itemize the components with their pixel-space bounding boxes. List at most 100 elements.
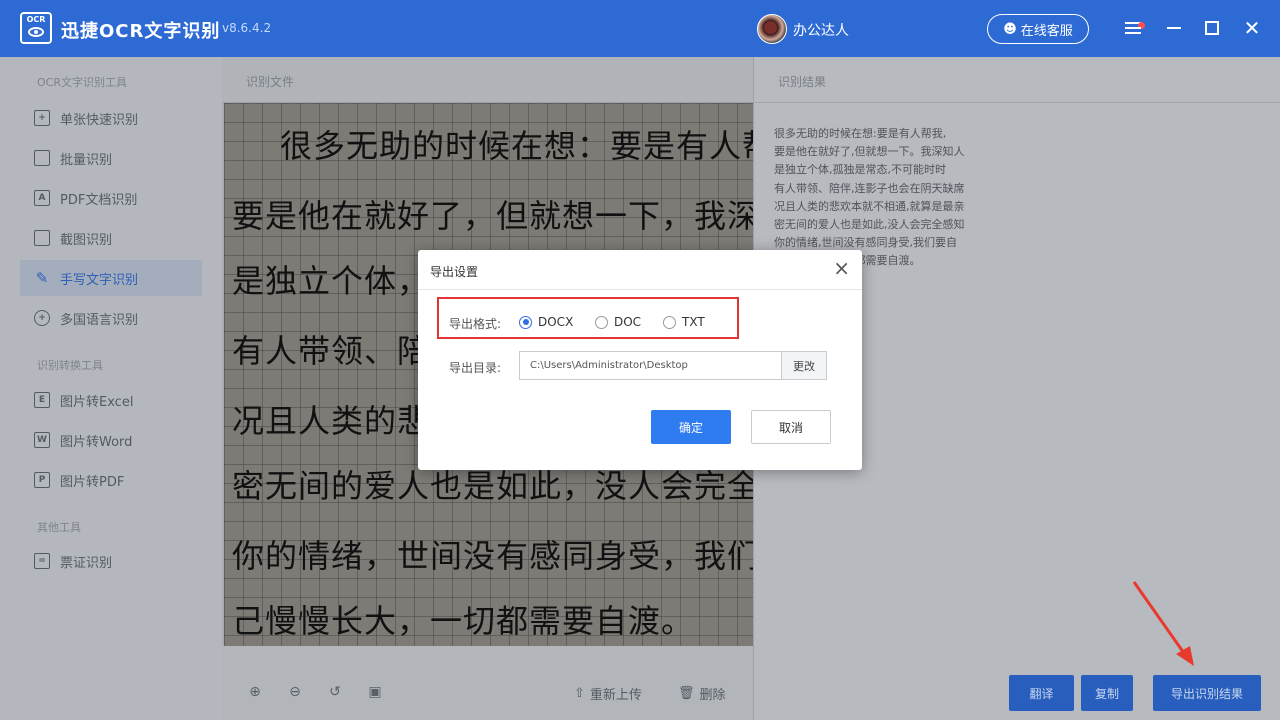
radio-doc[interactable]: DOC (595, 315, 641, 329)
sidebar-item-ticket[interactable]: = 票证识别 (20, 543, 202, 579)
red-arrow-annotation (1132, 581, 1194, 666)
radio-txt[interactable]: TXT (663, 315, 705, 329)
radio-empty-icon (595, 315, 608, 329)
result-line: 况且人类的悲欢本就不相通,就算是最亲 (774, 199, 965, 213)
sidebar-item-label: 手写文字识别 (60, 272, 139, 288)
minimize-icon (1167, 27, 1181, 29)
upload-icon: ⇧ (574, 686, 585, 701)
result-panel-header: 识别结果 (754, 57, 1280, 103)
radio-empty-icon (663, 315, 676, 329)
sidebar-item-label: 单张快速识别 (60, 112, 139, 128)
app-logo: OCR (20, 12, 52, 44)
delete-button[interactable]: 🗑 删除 (678, 684, 726, 703)
maximize-icon (1205, 21, 1219, 35)
sidebar-item-to-word[interactable]: W 图片转Word (20, 422, 202, 458)
screenshot-icon (34, 230, 50, 246)
title-bar: OCR 迅捷OCR文字识别 v8.6.4.2 办公达人 ☻ 在线客服 ✕ (0, 0, 1280, 57)
notification-dot (1138, 22, 1145, 29)
maximize-button[interactable] (1200, 16, 1224, 40)
eye-icon (28, 27, 44, 37)
result-line: 有人带领、陪伴,连影子也会在阴天缺席 (774, 181, 965, 195)
result-line: 密无间的爱人也是如此,没人会完全感知 (774, 218, 965, 232)
arrow-shaft (1132, 581, 1188, 657)
result-panel-title: 识别结果 (778, 75, 827, 89)
rotate-icon[interactable]: ↺ (327, 684, 343, 700)
change-directory-button[interactable]: 更改 (781, 351, 827, 380)
sidebar-item-label: 图片转Excel (60, 394, 134, 410)
excel-icon: E (34, 392, 50, 408)
center-panel-footer: ⊕ ⊖ ↺ ▣ ⇧ 重新上传 🗑 删除 (222, 646, 753, 720)
trash-icon: 🗑 (678, 686, 695, 701)
sidebar-item-to-excel[interactable]: E 图片转Excel (20, 382, 202, 418)
batch-icon (34, 150, 50, 166)
radio-label: DOCX (538, 315, 574, 329)
result-line: 很多无助的时候在想:要是有人帮我, (774, 127, 947, 140)
word-icon: W (34, 432, 50, 448)
sidebar-item-label: 图片转PDF (60, 474, 125, 490)
sidebar-item-label: 批量识别 (60, 152, 113, 168)
sidebar: OCR文字识别工具 + 单张快速识别 批量识别 A PDF文档识别 截图识别 ✎… (0, 57, 222, 720)
dialog-close-icon[interactable]: × (833, 258, 850, 278)
radio-label: DOC (614, 315, 642, 329)
confirm-button[interactable]: 确定 (651, 410, 731, 444)
radio-selected-icon (519, 315, 532, 329)
radio-label: TXT (682, 315, 705, 329)
sidebar-item-to-pdf[interactable]: P 图片转PDF (20, 462, 202, 498)
sidebar-item-label: PDF文档识别 (60, 192, 138, 208)
export-result-button[interactable]: 导出识别结果 (1153, 675, 1261, 711)
menu-button[interactable] (1121, 16, 1145, 40)
sidebar-item-multilang[interactable]: + 多国语言识别 (20, 300, 202, 336)
pdf-icon: P (34, 472, 50, 488)
result-line: 要是他在就好了,但就想一下。我深知人 (774, 145, 965, 159)
app-title: 迅捷OCR文字识别 (61, 21, 221, 42)
cancel-button[interactable]: 取消 (751, 410, 831, 444)
export-settings-dialog: 导出设置 × 导出格式: DOCX DOC TXT 导出目录: 更改 确定 取消 (418, 250, 862, 470)
person-icon: ☻ (1003, 21, 1017, 37)
hamburger-icon (1125, 22, 1145, 34)
delete-label: 删除 (699, 688, 726, 703)
copy-button[interactable]: 复制 (1081, 675, 1133, 711)
handwriting-line: 你的情绪，世间没有感同身受，我们要自 (232, 537, 753, 575)
ticket-icon: = (34, 553, 50, 569)
sidebar-item-handwriting[interactable]: ✎ 手写文字识别 (20, 260, 202, 296)
single-scan-icon: + (34, 110, 50, 126)
handwriting-line: 要是他在就好了，但就想一下，我深知人 (232, 197, 753, 235)
app-version: v8.6.4.2 (222, 21, 272, 35)
sidebar-item-label: 截图识别 (60, 232, 113, 248)
sidebar-item-single-scan[interactable]: + 单张快速识别 (20, 100, 202, 136)
logo-text: OCR (26, 15, 46, 24)
close-icon: ✕ (1243, 16, 1261, 40)
translate-button[interactable]: 翻译 (1009, 675, 1074, 711)
sidebar-item-batch[interactable]: 批量识别 (20, 140, 202, 176)
zoom-in-icon[interactable]: ⊕ (247, 684, 263, 700)
handwriting-line: 很多无助的时候在想：要是有人帮我 (280, 127, 753, 165)
handwriting-line: 己慢慢长大，一切都需要自渡。 (232, 602, 695, 640)
center-panel-header: 识别文件 (222, 57, 753, 103)
sidebar-item-pdf-doc[interactable]: A PDF文档识别 (20, 180, 202, 216)
avatar[interactable] (757, 14, 787, 44)
sidebar-section-convert: 识别转换工具 (37, 359, 103, 372)
globe-icon: + (34, 310, 50, 326)
fit-screen-icon[interactable]: ▣ (367, 684, 383, 700)
online-service-button[interactable]: ☻ 在线客服 (987, 14, 1089, 44)
format-label: 导出格式: (449, 317, 502, 331)
dialog-header: 导出设置 × (418, 250, 862, 290)
sidebar-item-screenshot[interactable]: 截图识别 (20, 220, 202, 256)
username[interactable]: 办公达人 (793, 20, 849, 40)
arrow-head (1176, 646, 1194, 666)
minimize-button[interactable] (1162, 16, 1186, 40)
zoom-out-icon[interactable]: ⊖ (287, 684, 303, 700)
sidebar-section-ocr: OCR文字识别工具 (37, 76, 127, 89)
radio-docx[interactable]: DOCX (519, 315, 573, 329)
online-service-label: 在线客服 (1020, 23, 1073, 39)
pdf-doc-icon: A (34, 190, 50, 206)
center-panel-title: 识别文件 (246, 75, 295, 89)
export-directory-input[interactable] (519, 351, 781, 380)
result-line: 是独立个体,孤独是常态,不可能时时 (774, 163, 946, 177)
reupload-button[interactable]: ⇧ 重新上传 (574, 684, 642, 703)
dialog-title: 导出设置 (430, 265, 479, 279)
reupload-label: 重新上传 (589, 688, 642, 703)
result-text[interactable]: 很多无助的时候在想:要是有人帮我, 要是他在就好了,但就想一下。我深知人 是独立… (774, 125, 1024, 271)
close-window-button[interactable]: ✕ (1240, 16, 1264, 40)
directory-label: 导出目录: (449, 361, 502, 375)
